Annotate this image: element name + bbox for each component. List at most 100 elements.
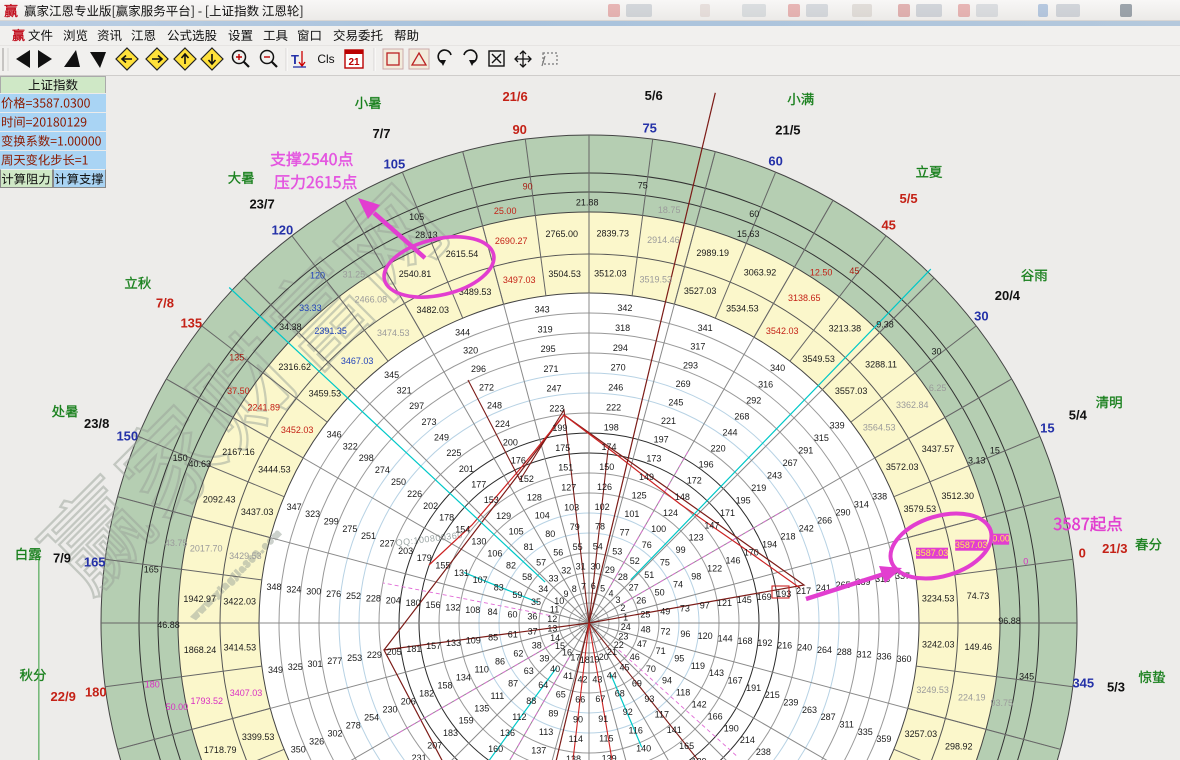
svg-text:67: 67 [595, 694, 605, 704]
svg-text:338: 338 [872, 492, 887, 502]
svg-text:151: 151 [558, 463, 573, 473]
svg-text:207: 207 [427, 741, 442, 751]
svg-text:106: 106 [487, 548, 502, 558]
svg-text:300: 300 [306, 587, 321, 597]
svg-text:287: 287 [821, 712, 836, 722]
svg-text:130: 130 [471, 537, 486, 547]
svg-text:9.38: 9.38 [876, 319, 894, 329]
svg-text:323: 323 [305, 509, 320, 519]
svg-text:78: 78 [595, 522, 605, 532]
svg-text:114: 114 [569, 734, 583, 744]
svg-text:6.25: 6.25 [929, 383, 947, 393]
svg-text:131: 131 [454, 568, 469, 578]
svg-text:176: 176 [511, 456, 526, 466]
svg-text:227: 227 [380, 539, 395, 549]
svg-text:291: 291 [798, 446, 813, 456]
svg-text:2615.54: 2615.54 [446, 249, 479, 259]
svg-text:226: 226 [407, 489, 422, 499]
svg-text:3587.03: 3587.03 [916, 548, 949, 558]
svg-text:223: 223 [549, 403, 564, 413]
svg-text:202: 202 [423, 501, 438, 511]
svg-text:128: 128 [527, 492, 542, 502]
svg-text:165: 165 [144, 564, 159, 574]
svg-text:325: 325 [288, 662, 303, 672]
svg-text:360: 360 [896, 654, 911, 664]
svg-text:3288.11: 3288.11 [865, 360, 897, 370]
svg-text:110: 110 [475, 665, 489, 675]
svg-text:46.88: 46.88 [157, 620, 180, 630]
svg-text:77: 77 [620, 528, 630, 538]
svg-text:31.25: 31.25 [343, 269, 366, 279]
svg-text:3063.92: 3063.92 [744, 268, 777, 278]
svg-text:314: 314 [854, 500, 869, 510]
svg-text:28: 28 [618, 572, 628, 582]
svg-text:251: 251 [361, 531, 376, 541]
svg-text:141: 141 [667, 725, 682, 735]
svg-text:229: 229 [367, 650, 382, 660]
svg-text:79: 79 [570, 522, 580, 532]
svg-text:74: 74 [673, 579, 683, 589]
svg-text:2914.46: 2914.46 [647, 235, 680, 245]
svg-text:225: 225 [446, 448, 461, 458]
svg-text:91: 91 [598, 714, 608, 724]
svg-text:6: 6 [591, 581, 596, 591]
svg-text:21/3: 21/3 [1102, 541, 1127, 556]
svg-text:26: 26 [636, 595, 646, 605]
svg-text:173: 173 [646, 453, 661, 463]
svg-text:205: 205 [387, 647, 402, 657]
svg-text:96: 96 [680, 629, 690, 639]
svg-text:41: 41 [563, 671, 573, 681]
svg-text:182: 182 [419, 689, 434, 699]
svg-text:240: 240 [797, 643, 812, 653]
svg-text:3: 3 [615, 595, 620, 605]
svg-text:105: 105 [409, 212, 424, 222]
svg-text:3422.03: 3422.03 [223, 597, 256, 607]
svg-text:3257.03: 3257.03 [905, 729, 938, 739]
svg-text:201: 201 [459, 464, 474, 474]
svg-text:167: 167 [728, 676, 743, 686]
svg-text:149: 149 [639, 472, 654, 482]
svg-text:52: 52 [630, 556, 640, 566]
svg-text:83: 83 [494, 582, 504, 592]
svg-text:2989.19: 2989.19 [696, 248, 729, 258]
svg-text:93.75: 93.75 [991, 698, 1014, 708]
svg-text:168: 168 [737, 636, 752, 646]
svg-text:204: 204 [386, 596, 401, 606]
svg-text:60: 60 [507, 609, 517, 619]
svg-text:138: 138 [566, 754, 581, 760]
svg-text:296: 296 [471, 364, 486, 374]
svg-text:219: 219 [751, 483, 766, 493]
svg-text:275: 275 [342, 524, 357, 534]
svg-text:3519.53: 3519.53 [640, 274, 673, 284]
svg-text:4: 4 [608, 588, 613, 598]
svg-text:111: 111 [491, 691, 505, 701]
svg-text:142: 142 [692, 700, 707, 710]
svg-text:105: 105 [509, 526, 524, 536]
svg-text:47: 47 [637, 639, 647, 649]
svg-text:3512.30: 3512.30 [942, 491, 975, 501]
svg-text:46: 46 [630, 652, 640, 662]
svg-text:81: 81 [524, 542, 534, 552]
svg-text:172: 172 [687, 476, 702, 486]
svg-text:71: 71 [656, 646, 666, 656]
svg-text:324: 324 [286, 584, 301, 594]
svg-text:7/8: 7/8 [156, 295, 174, 310]
svg-text:312: 312 [857, 649, 872, 659]
svg-text:135: 135 [474, 703, 489, 713]
svg-text:238: 238 [756, 747, 771, 757]
svg-text:72: 72 [660, 627, 670, 637]
svg-text:3474.53: 3474.53 [377, 328, 410, 338]
svg-text:278: 278 [346, 721, 361, 731]
svg-text:180: 180 [85, 684, 107, 699]
svg-text:154: 154 [455, 525, 470, 535]
svg-text:7: 7 [581, 581, 586, 591]
svg-text:183: 183 [443, 728, 458, 738]
svg-text:134: 134 [456, 673, 471, 683]
svg-text:315: 315 [814, 433, 829, 443]
svg-text:272: 272 [479, 382, 494, 392]
svg-text:48: 48 [641, 625, 651, 635]
svg-text:321: 321 [397, 386, 412, 396]
svg-text:126: 126 [597, 482, 612, 492]
svg-text:301: 301 [307, 659, 322, 669]
svg-text:149.46: 149.46 [965, 642, 993, 652]
